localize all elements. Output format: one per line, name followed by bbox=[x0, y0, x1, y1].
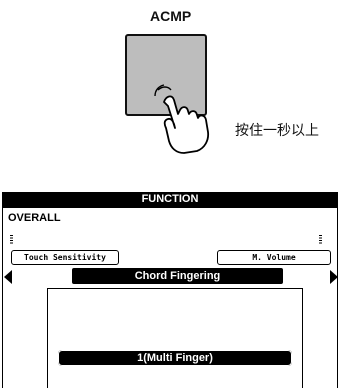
acmp-button-label: ACMP bbox=[150, 8, 192, 24]
param-master-volume: M. Volume bbox=[217, 250, 331, 265]
level-tick-right bbox=[319, 235, 322, 245]
level-tick-left bbox=[10, 235, 13, 245]
lcd-display: FUNCTION OVERALL Touch Sensitivity M. Vo… bbox=[2, 192, 338, 388]
param-touch-sensitivity: Touch Sensitivity bbox=[11, 250, 119, 265]
overlay-value: 1(Multi Finger) bbox=[58, 350, 292, 366]
overlay-panel bbox=[47, 288, 303, 388]
triangle-left-icon bbox=[4, 270, 12, 284]
overlay-title: Chord Fingering bbox=[72, 268, 283, 284]
pointing-hand-press-icon bbox=[154, 84, 210, 154]
lcd-header: FUNCTION bbox=[2, 192, 338, 207]
hold-instruction-text: 按住一秒以上 bbox=[235, 123, 319, 139]
section-title: OVERALL bbox=[8, 212, 61, 224]
triangle-right-icon bbox=[330, 270, 338, 284]
